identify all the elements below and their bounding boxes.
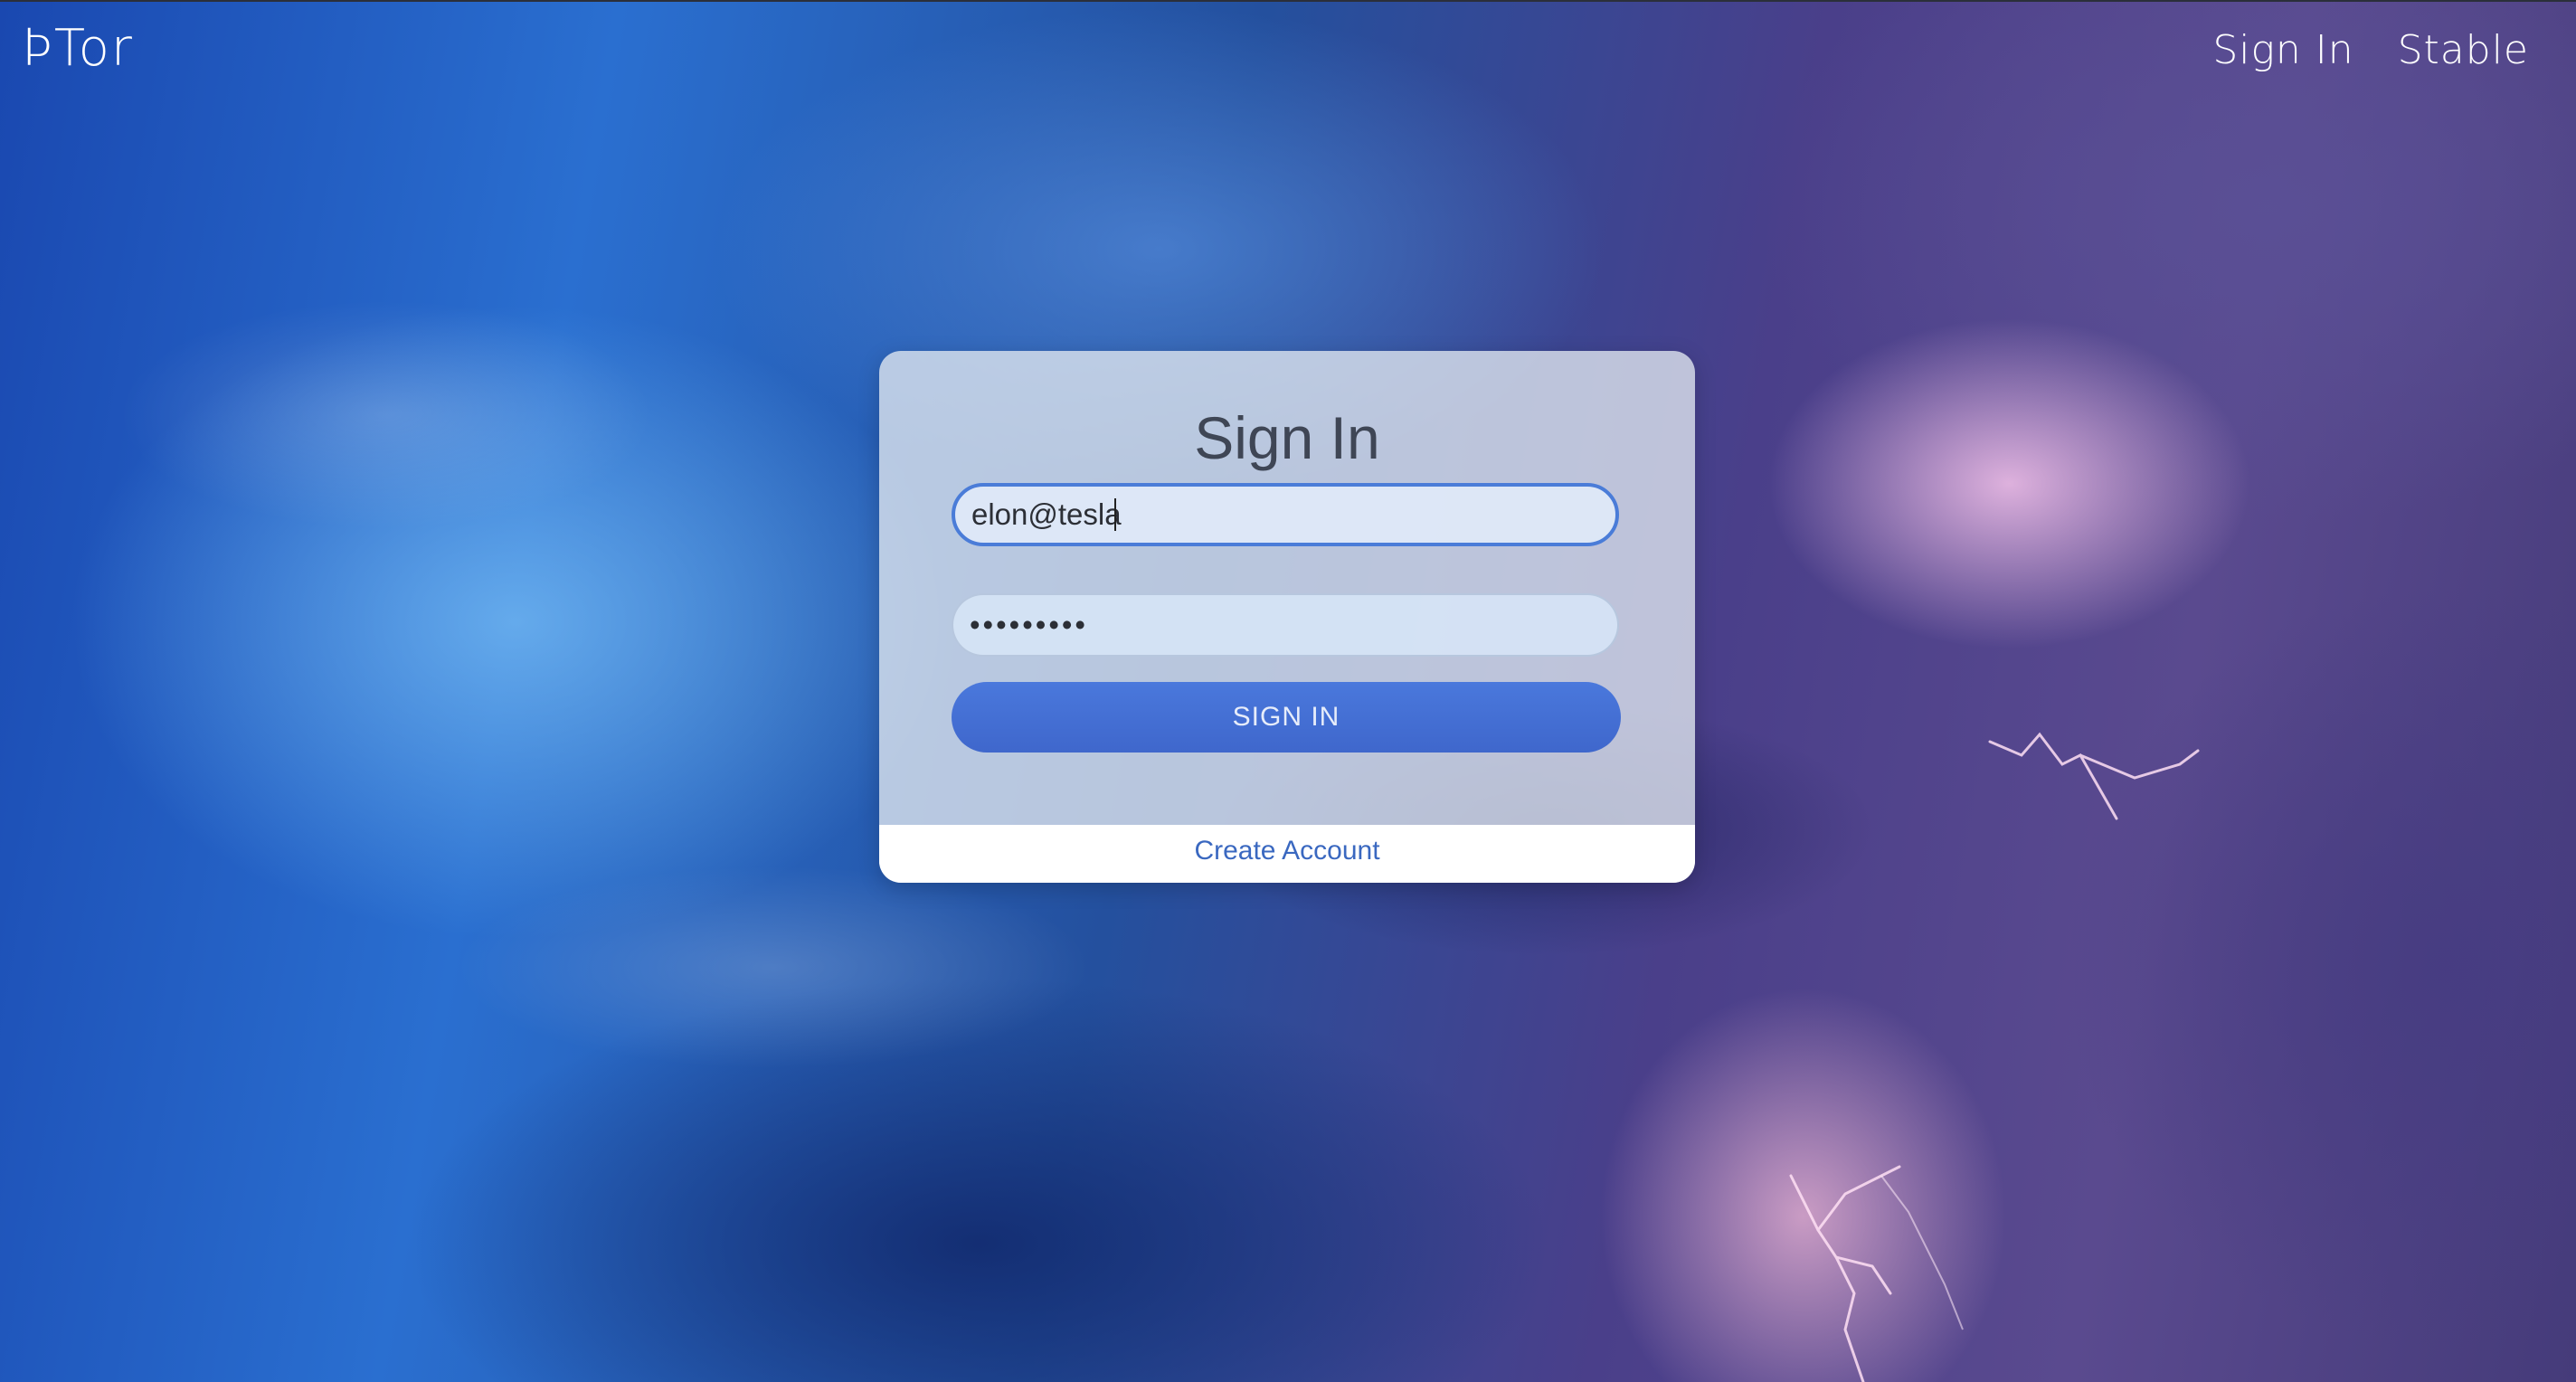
nav-sign-in-link[interactable]: Sign In — [2212, 27, 2353, 73]
text-caret — [1114, 498, 1116, 531]
create-account-link[interactable]: Create Account — [1194, 836, 1379, 866]
signin-card: Sign In SIGN IN Create Account — [879, 351, 1695, 883]
brand-logo[interactable]: ÞTor — [22, 24, 134, 74]
sign-in-button[interactable]: SIGN IN — [952, 682, 1621, 753]
signin-title: Sign In — [1194, 404, 1380, 471]
top-nav: Sign In Stable — [2212, 27, 2529, 73]
nav-stable-link[interactable]: Stable — [2398, 27, 2529, 73]
email-field[interactable] — [952, 483, 1619, 546]
card-footer: Create Account — [879, 825, 1695, 883]
password-field[interactable] — [952, 593, 1619, 657]
top-border — [0, 0, 2576, 2]
